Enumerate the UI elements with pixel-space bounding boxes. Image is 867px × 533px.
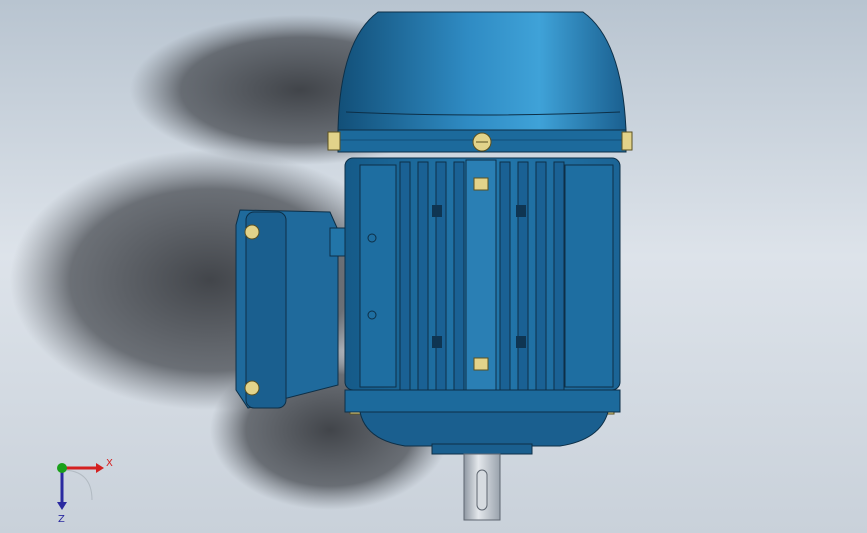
terminal-box[interactable]	[235, 209, 357, 409]
z-axis-label: Z	[58, 514, 65, 525]
orientation-triad[interactable]: X Z	[40, 448, 120, 528]
electric-motor-model[interactable]	[0, 0, 867, 533]
cover-screw-left	[327, 131, 341, 151]
end-shield[interactable]	[344, 389, 621, 447]
y-axis-dot-icon	[57, 463, 67, 473]
output-shaft[interactable]	[431, 443, 533, 521]
cover-screw-top	[472, 132, 492, 152]
stator-housing[interactable]	[344, 157, 621, 429]
cover-screw-right	[621, 131, 633, 151]
x-axis-head-icon	[96, 463, 104, 473]
x-axis-label: X	[106, 458, 113, 469]
z-axis-head-icon	[57, 502, 67, 510]
cad-3d-viewport[interactable]: X Z	[0, 0, 867, 533]
fan-cover[interactable]	[337, 11, 627, 153]
